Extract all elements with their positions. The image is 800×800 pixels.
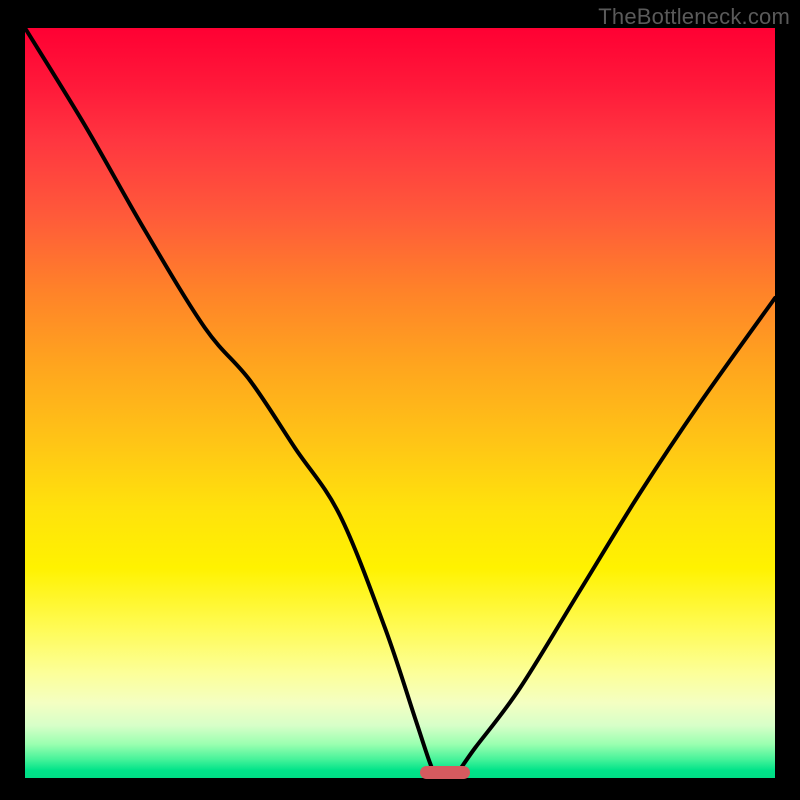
watermark-text: TheBottleneck.com [598,4,790,30]
outer-frame: TheBottleneck.com [0,0,800,800]
curve-layer [25,28,775,778]
bottleneck-curve [25,28,775,778]
optimal-range-pill [420,766,470,779]
plot-area [25,28,775,778]
